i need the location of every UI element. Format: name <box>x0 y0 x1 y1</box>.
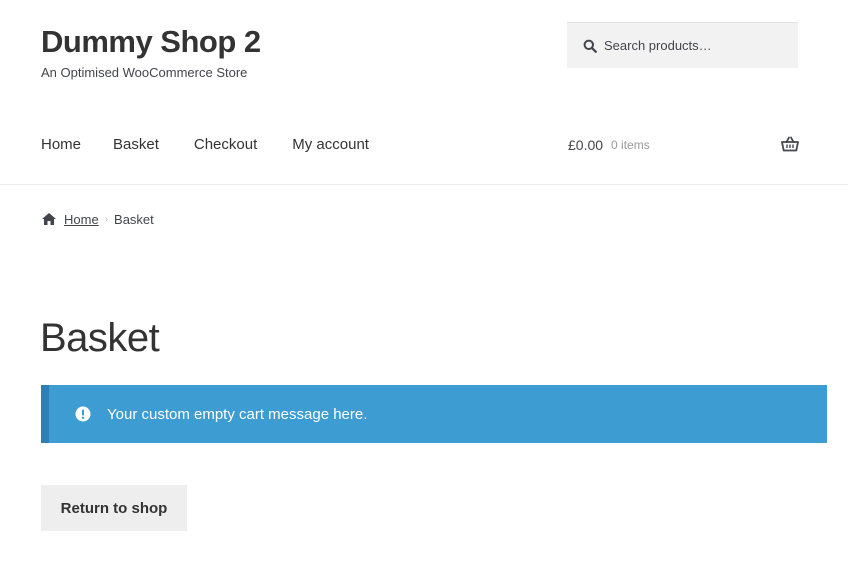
breadcrumb: Home › Basket <box>41 210 154 228</box>
header-cart[interactable]: £0.00 0 items <box>568 134 799 156</box>
header-divider <box>0 184 848 185</box>
breadcrumb-home-link[interactable]: Home <box>64 212 99 227</box>
info-icon <box>75 406 91 422</box>
cart-count: 0 items <box>611 138 650 152</box>
return-to-shop-button[interactable]: Return to shop <box>41 485 187 531</box>
empty-cart-message: Your custom empty cart message here. <box>107 405 368 423</box>
search-input[interactable] <box>604 38 784 53</box>
home-icon <box>41 212 57 226</box>
nav-item-checkout[interactable]: Checkout <box>194 134 257 156</box>
primary-nav: Home Basket Checkout My account <box>41 134 401 156</box>
site-title[interactable]: Dummy Shop 2 <box>41 24 261 60</box>
cart-amount: £0.00 <box>568 137 604 153</box>
nav-item-home[interactable]: Home <box>41 134 81 156</box>
nav-item-my-account[interactable]: My account <box>292 134 369 156</box>
empty-cart-notice: Your custom empty cart message here. <box>41 385 827 443</box>
breadcrumb-current: Basket <box>114 211 154 227</box>
nav-item-basket[interactable]: Basket <box>113 134 159 156</box>
page-title: Basket <box>40 316 160 360</box>
search-icon[interactable] <box>583 39 597 53</box>
page: Dummy Shop 2 An Optimised WooCommerce St… <box>0 0 848 574</box>
breadcrumb-separator: › <box>104 213 109 225</box>
search-form <box>567 22 798 68</box>
basket-icon[interactable] <box>781 136 799 152</box>
site-tagline: An Optimised WooCommerce Store <box>41 65 248 80</box>
